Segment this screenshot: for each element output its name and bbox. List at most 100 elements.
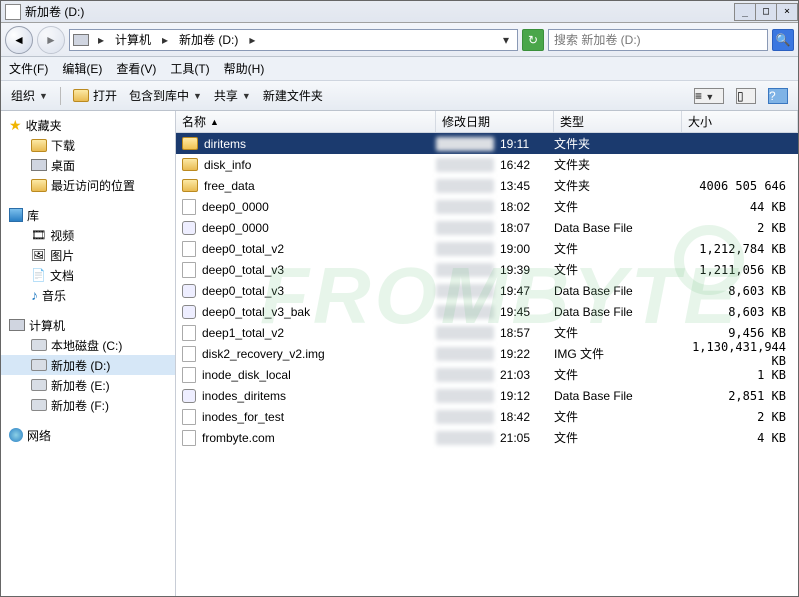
- file-icon: [182, 199, 196, 215]
- file-row[interactable]: inode_disk_local21:03文件1 KB: [176, 364, 798, 385]
- tree-documents[interactable]: 📄文档: [1, 265, 175, 285]
- file-row[interactable]: deep0_total_v219:00文件1,212,784 KB: [176, 238, 798, 259]
- addr-root-drop[interactable]: ▸: [93, 30, 109, 50]
- open-button[interactable]: 打开: [73, 87, 117, 104]
- file-row[interactable]: inodes_diritems19:12Data Base File2,851 …: [176, 385, 798, 406]
- forward-button[interactable]: ►: [37, 26, 65, 54]
- col-type[interactable]: 类型: [554, 111, 682, 132]
- drive-icon: [31, 339, 47, 351]
- file-time: 13:45: [500, 179, 530, 193]
- file-icon: [182, 241, 196, 257]
- titlebar: 新加卷 (D:) _ □ ×: [1, 1, 798, 23]
- help-button[interactable]: ?: [768, 88, 788, 104]
- folder-icon: [31, 139, 47, 152]
- tree-music[interactable]: ♪音乐: [1, 285, 175, 305]
- addr-dropdown[interactable]: ▾: [498, 30, 514, 50]
- menu-file[interactable]: 文件(F): [9, 60, 48, 77]
- tree-vol-d[interactable]: 新加卷 (D:): [1, 355, 175, 375]
- address-bar[interactable]: ▸ 计算机 ▸ 新加卷 (D:) ▸ ▾: [69, 29, 518, 51]
- file-name: deep0_total_v3: [202, 263, 284, 277]
- view-options-button[interactable]: ≡ ▼: [694, 88, 724, 104]
- file-time: 19:22: [500, 347, 530, 361]
- organize-button[interactable]: 组织▼: [11, 87, 48, 104]
- document-icon: 📄: [31, 268, 46, 282]
- date-blurred: [436, 221, 494, 235]
- tree-vol-f[interactable]: 新加卷 (F:): [1, 395, 175, 415]
- search-button[interactable]: 🔍: [772, 29, 794, 51]
- file-name: deep0_total_v3_bak: [202, 305, 310, 319]
- tree-recent[interactable]: 最近访问的位置: [1, 175, 175, 195]
- computer-icon: [9, 319, 25, 331]
- tree-downloads[interactable]: 下载: [1, 135, 175, 155]
- library-icon: [9, 208, 23, 222]
- addr-sep1[interactable]: ▸: [157, 30, 173, 50]
- tree-pictures[interactable]: 🖼图片: [1, 245, 175, 265]
- file-row[interactable]: deep0_000018:02文件44 KB: [176, 196, 798, 217]
- file-name: disk2_recovery_v2.img: [202, 347, 325, 361]
- file-row[interactable]: frombyte.com21:05文件4 KB: [176, 427, 798, 448]
- minimize-button[interactable]: _: [734, 3, 756, 21]
- refresh-button[interactable]: ↻: [522, 29, 544, 51]
- computer-icon: [73, 34, 89, 46]
- preview-pane-button[interactable]: ▯: [736, 88, 756, 104]
- file-row[interactable]: deep0_total_v319:47Data Base File8,603 K…: [176, 280, 798, 301]
- share-button[interactable]: 共享▼: [214, 87, 251, 104]
- file-name: inodes_for_test: [202, 410, 284, 424]
- tree-videos[interactable]: 🎞视频: [1, 225, 175, 245]
- menu-edit[interactable]: 编辑(E): [62, 60, 102, 77]
- file-icon: [182, 409, 196, 425]
- file-time: 19:11: [500, 137, 529, 151]
- file-icon: [182, 430, 196, 446]
- file-icon: [182, 262, 196, 278]
- menu-help[interactable]: 帮助(H): [224, 60, 265, 77]
- date-blurred: [436, 305, 494, 319]
- col-date[interactable]: 修改日期: [436, 111, 554, 132]
- file-row[interactable]: disk2_recovery_v2.img19:22IMG 文件1,130,43…: [176, 343, 798, 364]
- file-row[interactable]: diritems19:11文件夹: [176, 133, 798, 154]
- date-blurred: [436, 368, 494, 382]
- newfolder-button[interactable]: 新建文件夹: [263, 87, 323, 104]
- file-icon: [182, 325, 196, 341]
- file-size: 8,603 KB: [682, 305, 798, 319]
- tree-vol-e[interactable]: 新加卷 (E:): [1, 375, 175, 395]
- file-icon: [182, 346, 196, 362]
- file-size: 2,851 KB: [682, 389, 798, 403]
- tree-favorites[interactable]: ★收藏夹: [1, 115, 175, 135]
- tree-network[interactable]: 网络: [1, 425, 175, 445]
- file-name: frombyte.com: [202, 431, 275, 445]
- close-button[interactable]: ×: [776, 3, 798, 21]
- file-row[interactable]: deep0_000018:07Data Base File2 KB: [176, 217, 798, 238]
- addr-root[interactable]: 计算机: [113, 31, 153, 48]
- file-time: 19:47: [500, 284, 530, 298]
- tree-computer[interactable]: 计算机: [1, 315, 175, 335]
- file-name: deep0_0000: [202, 200, 269, 214]
- addr-segment[interactable]: 新加卷 (D:): [177, 31, 240, 48]
- file-name: inodes_diritems: [202, 389, 286, 403]
- col-size[interactable]: 大小: [682, 111, 798, 132]
- file-list-pane: 名称▲ 修改日期 类型 大小 diritems19:11文件夹disk_info…: [176, 111, 798, 596]
- date-blurred: [436, 242, 494, 256]
- menu-tools[interactable]: 工具(T): [170, 60, 209, 77]
- col-name[interactable]: 名称▲: [176, 111, 436, 132]
- maximize-button[interactable]: □: [755, 3, 777, 21]
- file-row[interactable]: deep0_total_v3_bak19:45Data Base File8,6…: [176, 301, 798, 322]
- menu-view[interactable]: 查看(V): [116, 60, 156, 77]
- file-row[interactable]: inodes_for_test18:42文件2 KB: [176, 406, 798, 427]
- folder-icon: [182, 158, 198, 171]
- file-type: Data Base File: [554, 221, 682, 235]
- tree-local-c[interactable]: 本地磁盘 (C:): [1, 335, 175, 355]
- tree-libraries[interactable]: 库: [1, 205, 175, 225]
- file-row[interactable]: deep0_total_v319:39文件1,211,056 KB: [176, 259, 798, 280]
- include-button[interactable]: 包含到库中▼: [129, 87, 202, 104]
- file-size: 1,211,056 KB: [682, 263, 798, 277]
- back-button[interactable]: ◄: [5, 26, 33, 54]
- nav-tree[interactable]: ★收藏夹 下载 桌面 最近访问的位置 库 🎞视频 🖼图片 📄文档 ♪音乐 计算机…: [1, 111, 176, 596]
- tree-desktop[interactable]: 桌面: [1, 155, 175, 175]
- file-size: 1,212,784 KB: [682, 242, 798, 256]
- addr-sep2[interactable]: ▸: [244, 30, 260, 50]
- folder-icon: [31, 179, 47, 192]
- file-row[interactable]: free_data13:45文件夹4006 505 646: [176, 175, 798, 196]
- file-icon: [182, 367, 196, 383]
- file-row[interactable]: disk_info16:42文件夹: [176, 154, 798, 175]
- search-input[interactable]: 搜索 新加卷 (D:): [548, 29, 768, 51]
